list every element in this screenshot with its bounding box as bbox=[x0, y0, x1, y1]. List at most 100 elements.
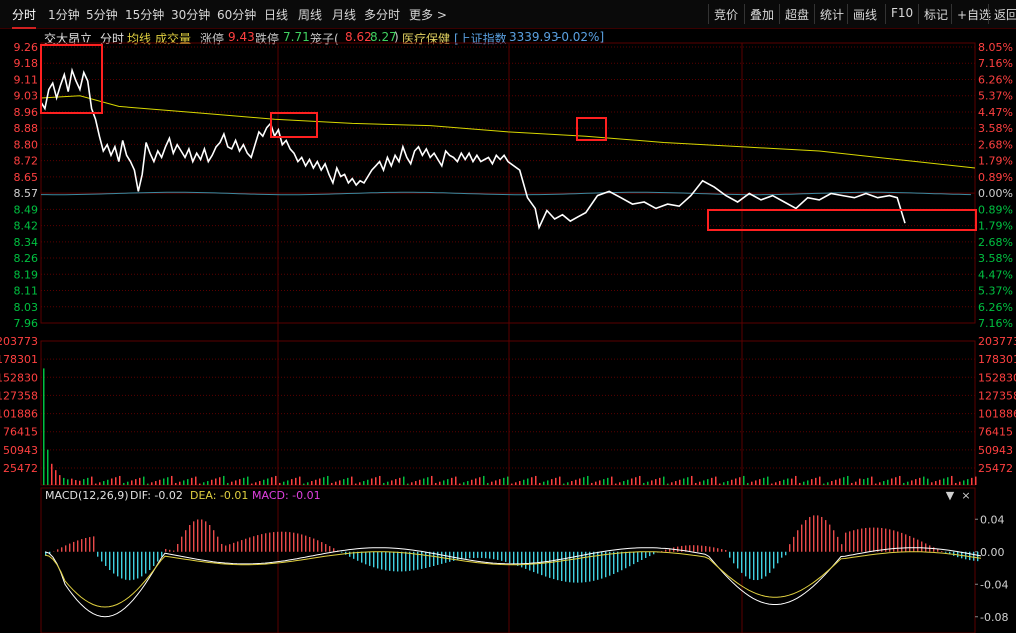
volume-bar bbox=[551, 479, 553, 485]
macd-bar bbox=[953, 551, 955, 556]
macd-bar bbox=[101, 551, 103, 562]
macd-bar bbox=[297, 533, 299, 552]
volume-tick-label-right: 25472 bbox=[978, 462, 1013, 475]
pct-tick-label: 7.16% bbox=[978, 317, 1013, 330]
volume-bar bbox=[163, 478, 165, 485]
volume-bar bbox=[495, 480, 497, 485]
volume-bar bbox=[847, 475, 849, 485]
macd-bar bbox=[249, 537, 251, 552]
volume-bar bbox=[567, 482, 569, 485]
macd-bar bbox=[121, 551, 123, 579]
macd-bar bbox=[749, 551, 751, 579]
macd-bar bbox=[605, 551, 607, 578]
macd-bar bbox=[205, 521, 207, 552]
volume-bar bbox=[63, 477, 65, 485]
volume-bar bbox=[275, 475, 277, 485]
volume-bar bbox=[615, 483, 617, 485]
volume-bar bbox=[487, 482, 489, 485]
macd-bar bbox=[97, 551, 99, 557]
volume-bar bbox=[243, 477, 245, 485]
macd-bar bbox=[393, 551, 395, 572]
volume-bar bbox=[939, 479, 941, 485]
macd-bar bbox=[865, 527, 867, 552]
volume-bar bbox=[931, 482, 933, 485]
intraday-chart: 9.26 8.05% 9.18 7.16% 9.11 6.26% 9.03 5.37% 8.96… bbox=[0, 41, 1016, 633]
volume-tick-label: 50943 bbox=[3, 444, 38, 457]
macd-bar bbox=[817, 515, 819, 552]
volume-bar bbox=[119, 475, 121, 485]
macd-bar bbox=[529, 551, 531, 571]
volume-bar bbox=[955, 482, 957, 485]
volume-bar bbox=[283, 481, 285, 485]
macd-bar bbox=[89, 537, 91, 552]
volume-bar bbox=[251, 483, 253, 485]
macd-bar bbox=[169, 549, 171, 552]
volume-bar bbox=[307, 482, 309, 485]
price-panel-border bbox=[40, 42, 976, 324]
volume-bar bbox=[311, 481, 313, 485]
macd-bar bbox=[761, 551, 763, 579]
volume-bar bbox=[439, 481, 441, 485]
macd-bar bbox=[613, 551, 615, 574]
pct-tick-label: 5.37% bbox=[978, 285, 1013, 298]
volume-bar bbox=[115, 477, 117, 485]
volume-bar bbox=[67, 479, 69, 485]
volume-bar bbox=[159, 479, 161, 485]
macd-bar bbox=[885, 528, 887, 552]
volume-bar bbox=[51, 463, 53, 485]
volume-bar bbox=[599, 480, 601, 485]
volume-bar bbox=[271, 477, 273, 485]
volume-bar bbox=[555, 477, 557, 485]
macd-bar bbox=[177, 543, 179, 552]
macd-bar bbox=[809, 516, 811, 552]
pct-tick-label: 1.79% bbox=[978, 220, 1013, 233]
volume-bar bbox=[675, 481, 677, 485]
macd-bar bbox=[869, 527, 871, 552]
volume-bar bbox=[467, 481, 469, 485]
volume-bar bbox=[463, 482, 465, 485]
volume-bar bbox=[155, 481, 157, 485]
volume-bar bbox=[935, 481, 937, 485]
price-tick-label: 9.18 bbox=[14, 57, 39, 70]
macd-bar bbox=[157, 551, 159, 562]
macd-bar bbox=[633, 551, 635, 565]
macd-bar bbox=[69, 543, 71, 552]
macd-bar bbox=[209, 525, 211, 552]
volume-bar bbox=[47, 449, 49, 485]
pct-tick-label: 4.47% bbox=[978, 268, 1013, 281]
macd-bar bbox=[409, 551, 411, 571]
price-tick-label: 8.96 bbox=[14, 106, 39, 119]
volume-bar bbox=[151, 482, 153, 485]
macd-bar bbox=[973, 551, 975, 561]
volume-bar bbox=[571, 481, 573, 485]
macd-bar bbox=[765, 551, 767, 577]
price-tick-label: 8.88 bbox=[14, 122, 39, 135]
macd-bar bbox=[357, 551, 359, 561]
volume-bar bbox=[923, 476, 925, 485]
volume-bar bbox=[55, 470, 57, 485]
macd-bar bbox=[937, 549, 939, 552]
volume-bar bbox=[59, 475, 61, 485]
macd-bar bbox=[745, 551, 747, 577]
volume-bar bbox=[143, 476, 145, 485]
price-tick-label: 8.34 bbox=[14, 236, 39, 249]
macd-bar bbox=[341, 551, 343, 553]
macd-bar bbox=[557, 551, 559, 581]
macd-bar bbox=[909, 536, 911, 552]
volume-bar bbox=[835, 479, 837, 485]
price-tick-label: 8.26 bbox=[14, 252, 39, 265]
volume-bar bbox=[695, 482, 697, 485]
volume-bar bbox=[703, 480, 705, 485]
macd-bar bbox=[781, 551, 783, 558]
volume-tick-label: 152830 bbox=[0, 371, 38, 384]
volume-bar bbox=[503, 477, 505, 485]
macd-bar bbox=[93, 536, 95, 552]
volume-bar bbox=[371, 478, 373, 485]
macd-bar bbox=[397, 551, 399, 572]
macd-bar bbox=[333, 548, 335, 552]
volume-bar bbox=[635, 477, 637, 485]
macd-bar bbox=[113, 551, 115, 574]
macd-bar bbox=[913, 537, 915, 552]
volume-bar bbox=[815, 477, 817, 485]
macd-bar bbox=[73, 541, 75, 552]
